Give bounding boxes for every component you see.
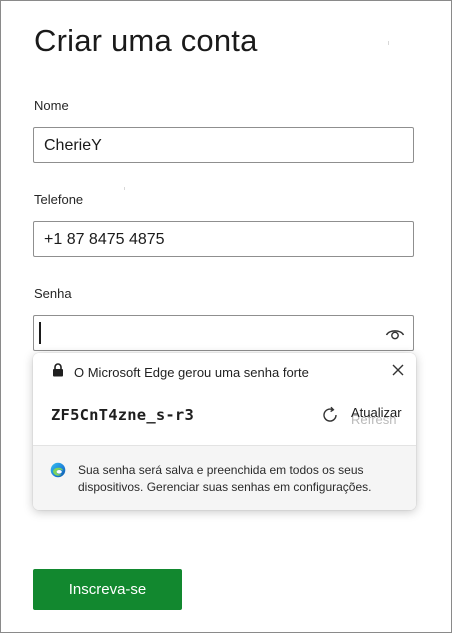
password-label: Senha	[34, 286, 72, 301]
phone-field[interactable]: +1 87 8475 4875	[33, 221, 414, 257]
name-field[interactable]: CherieY	[33, 127, 414, 163]
password-suggestion-popup: O Microsoft Edge gerou uma senha forte Z…	[33, 353, 416, 510]
text-cursor	[39, 322, 41, 344]
phone-label: Telefone	[34, 192, 84, 207]
refresh-button[interactable]: Atualizar	[351, 405, 402, 420]
lock-icon	[52, 363, 64, 377]
artifact-speck	[124, 187, 125, 190]
refresh-icon[interactable]	[320, 405, 340, 425]
popup-title: O Microsoft Edge gerou uma senha forte	[74, 365, 309, 380]
close-icon[interactable]	[391, 363, 405, 377]
password-field[interactable]	[33, 315, 414, 351]
suggested-password[interactable]: ZF5CnT4zne_s-r3	[51, 406, 194, 424]
edge-logo-icon	[50, 462, 66, 478]
eye-icon[interactable]	[385, 325, 405, 343]
artifact-speck	[388, 41, 389, 45]
sync-info-text: Sua senha será salva e preenchida em tod…	[78, 463, 372, 494]
signup-dialog: Criar uma conta Nome CherieY Telefone +1…	[0, 0, 452, 633]
page-title: Criar uma conta	[34, 23, 258, 58]
signup-button[interactable]: Inscreva-se	[33, 569, 182, 610]
phone-field-value: +1 87 8475 4875	[44, 231, 165, 248]
name-label: Nome	[34, 98, 69, 113]
name-field-value: CherieY	[44, 137, 102, 154]
popup-footer: Sua senha será salva e preenchida em tod…	[33, 445, 416, 510]
popup-header: O Microsoft Edge gerou uma senha forte Z…	[33, 353, 416, 445]
